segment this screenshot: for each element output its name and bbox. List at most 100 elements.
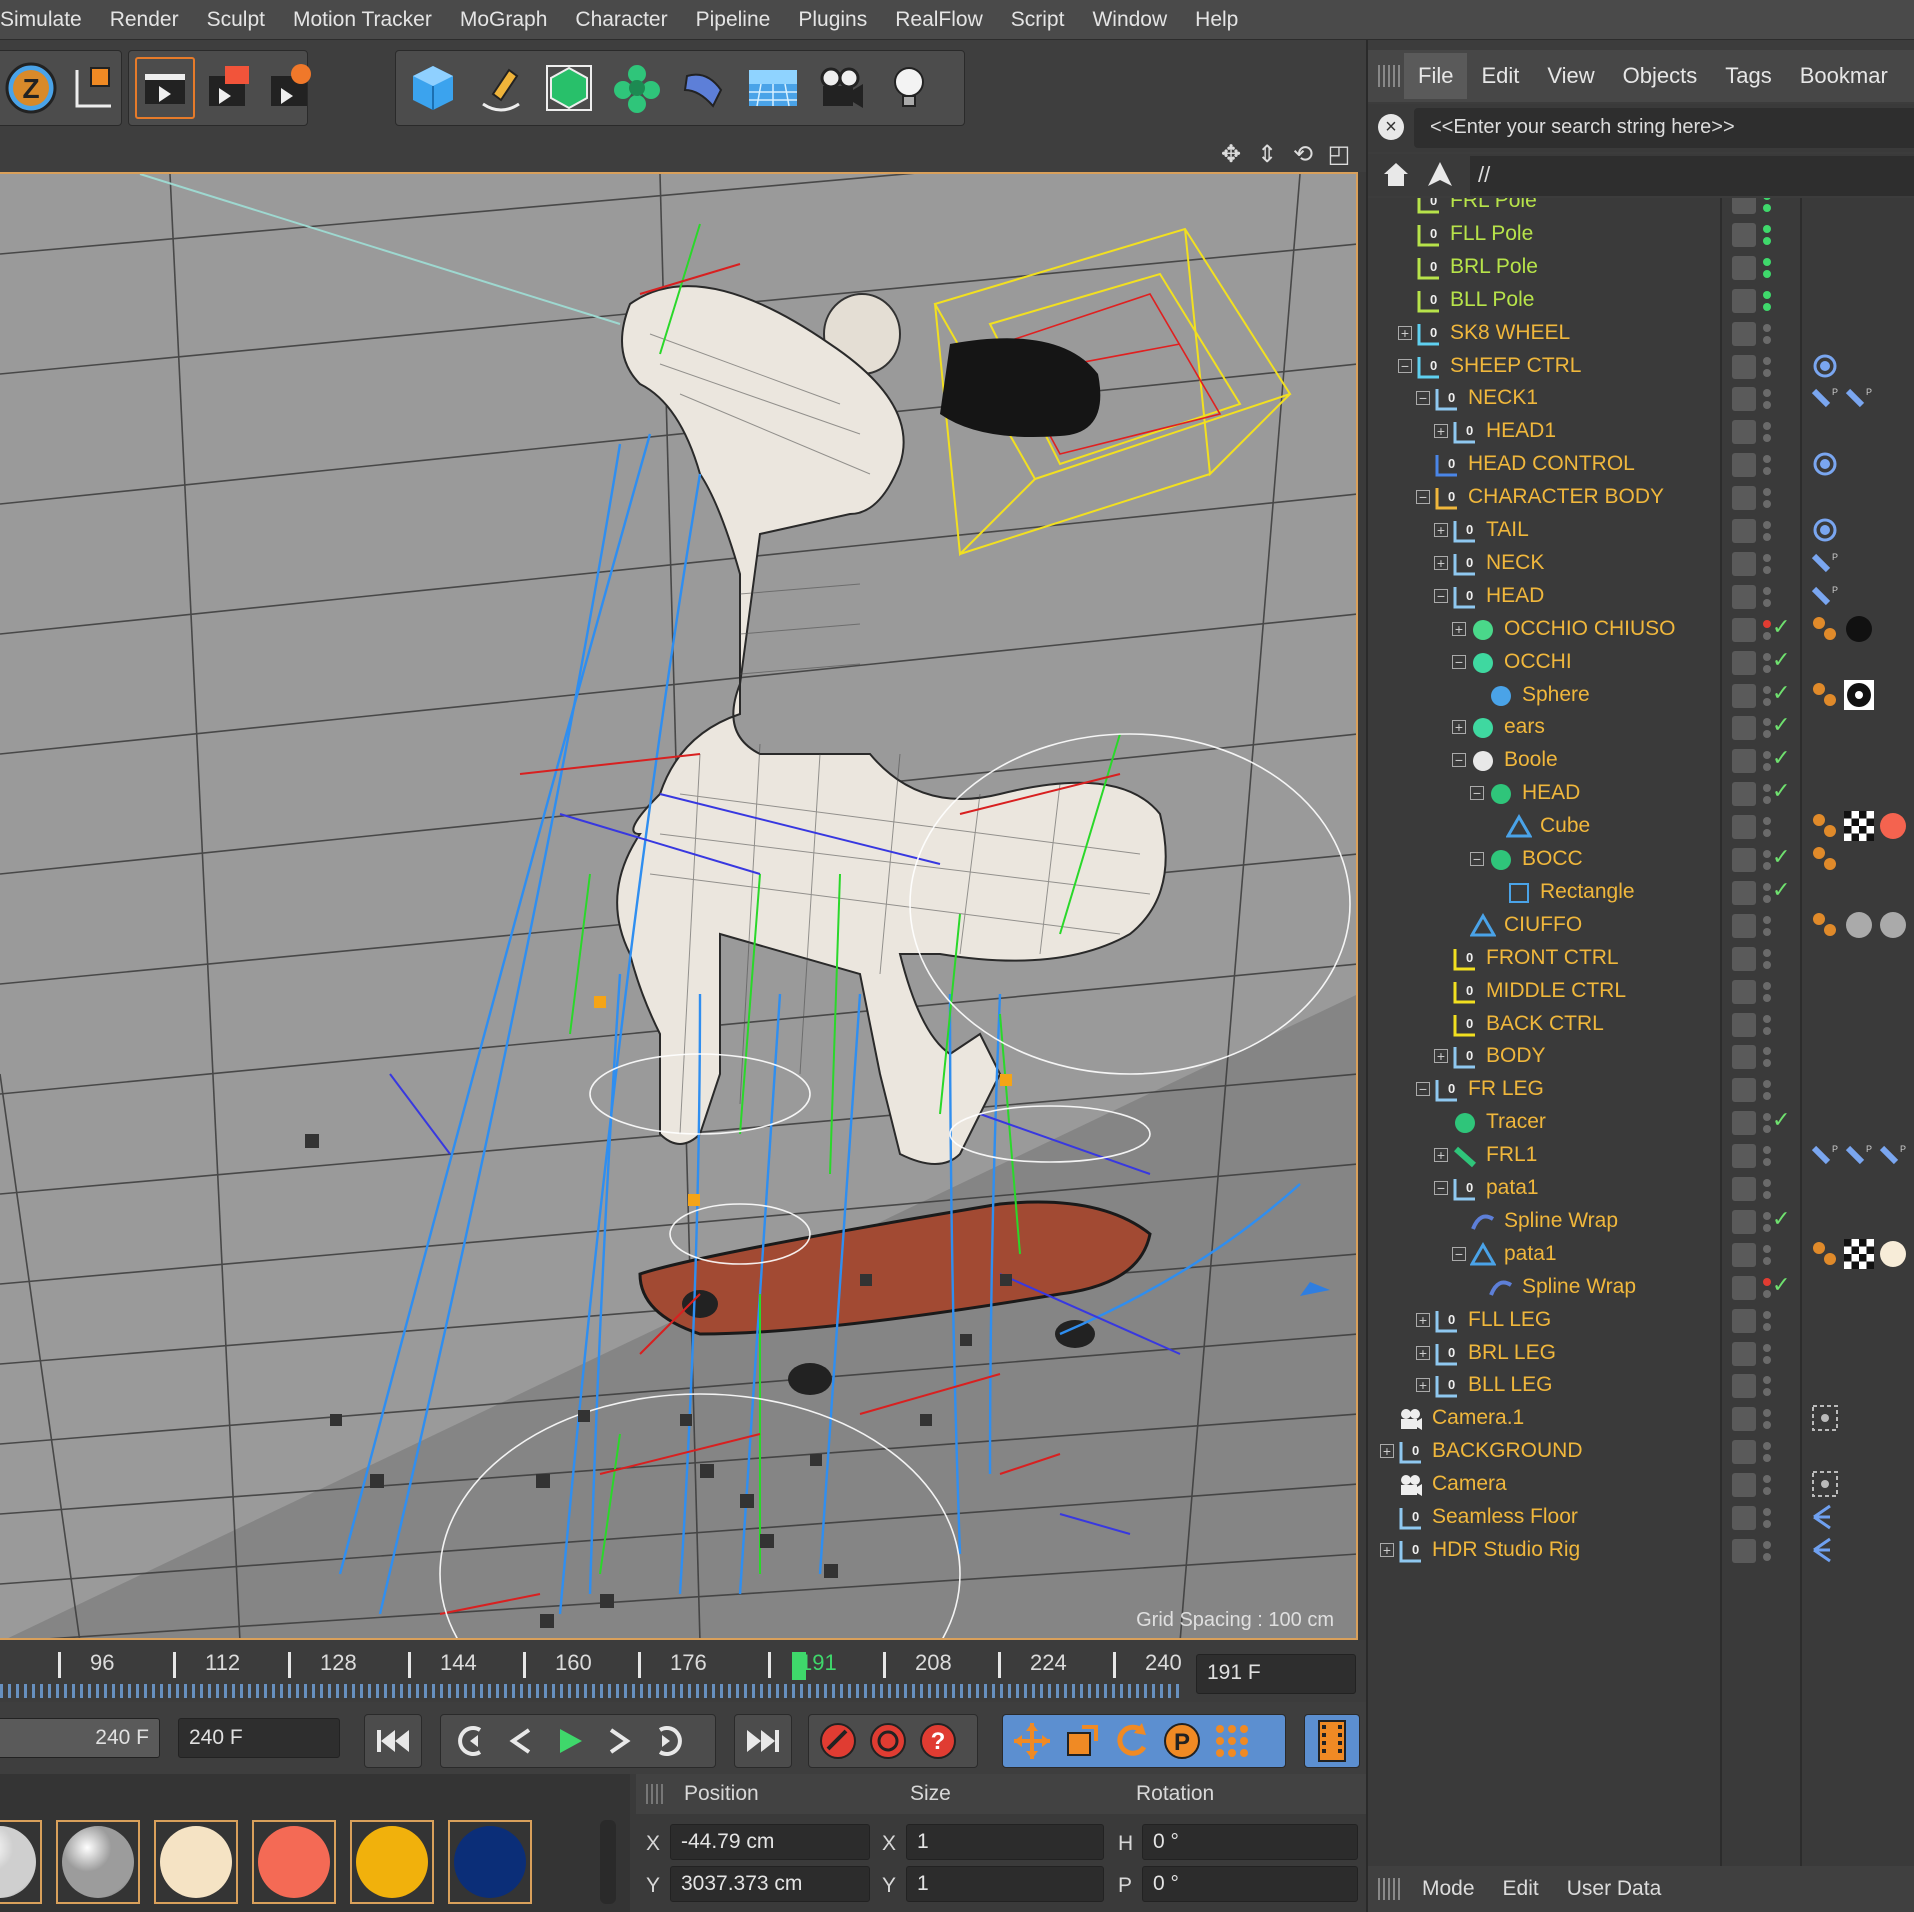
drag-handle-icon[interactable] bbox=[646, 1784, 666, 1804]
visibility-dots-icon[interactable] bbox=[1762, 1043, 1772, 1071]
visibility-dots-icon[interactable] bbox=[1762, 1307, 1772, 1335]
deformer-icon[interactable] bbox=[674, 57, 736, 119]
pose-tag-icon[interactable]: P bbox=[1810, 581, 1840, 613]
checker-material-icon[interactable] bbox=[1844, 1238, 1874, 1271]
menu-plugins[interactable]: Plugins bbox=[784, 8, 881, 32]
object-name[interactable]: pata1 bbox=[1486, 1176, 1539, 1200]
visibility-dots-icon[interactable] bbox=[1762, 254, 1772, 282]
layer-toggle-icon[interactable] bbox=[1732, 1012, 1756, 1037]
keyframe-selection-icon[interactable]: ? bbox=[915, 1718, 961, 1764]
target-tag-icon[interactable] bbox=[1810, 1469, 1840, 1501]
collapse-icon[interactable]: − bbox=[1416, 1082, 1430, 1097]
menu-realflow[interactable]: RealFlow bbox=[881, 8, 997, 32]
material-swatch-light-grey[interactable] bbox=[0, 1820, 42, 1904]
pose-tag-icon[interactable]: P bbox=[1810, 1140, 1840, 1172]
pen-spline-icon[interactable] bbox=[470, 57, 532, 119]
visibility-dots-icon[interactable] bbox=[1762, 1011, 1772, 1039]
visibility-dots-icon[interactable] bbox=[1762, 1274, 1772, 1302]
layer-toggle-icon[interactable] bbox=[1732, 749, 1756, 774]
coral-material-icon[interactable] bbox=[1878, 811, 1908, 843]
eye-material-icon[interactable] bbox=[1844, 679, 1874, 712]
next-key-icon[interactable] bbox=[647, 1718, 693, 1764]
drag-handle-icon[interactable] bbox=[1378, 1878, 1400, 1900]
parameter-key-icon[interactable]: P bbox=[1159, 1718, 1205, 1764]
object-name[interactable]: Camera.1 bbox=[1432, 1406, 1524, 1430]
visibility-dots-icon[interactable] bbox=[1762, 780, 1772, 808]
expand-icon[interactable]: + bbox=[1416, 1312, 1430, 1327]
play-icon[interactable] bbox=[547, 1718, 593, 1764]
layer-toggle-icon[interactable] bbox=[1732, 1111, 1756, 1136]
layer-toggle-icon[interactable] bbox=[1732, 1506, 1756, 1530]
object-name[interactable]: HEAD CONTROL bbox=[1468, 452, 1635, 476]
visibility-dots-icon[interactable] bbox=[1762, 813, 1772, 841]
3d-viewport[interactable]: Grid Spacing : 100 cm bbox=[0, 172, 1358, 1640]
camera-icon[interactable] bbox=[810, 57, 872, 119]
enabled-check-icon[interactable]: ✓ bbox=[1772, 1206, 1790, 1232]
object-name[interactable]: MIDDLE CTRL bbox=[1486, 979, 1626, 1003]
object-name[interactable]: BOCC bbox=[1522, 847, 1583, 871]
object-name[interactable]: Camera bbox=[1432, 1472, 1507, 1496]
size-x-field[interactable]: 1 bbox=[906, 1824, 1104, 1860]
layer-toggle-icon[interactable] bbox=[1732, 1144, 1756, 1169]
collapse-icon[interactable]: − bbox=[1434, 1181, 1448, 1195]
min-frame-field[interactable]: 240 F bbox=[0, 1718, 160, 1758]
layer-toggle-icon[interactable] bbox=[1732, 1078, 1756, 1103]
collapse-icon[interactable]: − bbox=[1434, 588, 1448, 603]
material-swatch-coral[interactable] bbox=[252, 1820, 336, 1904]
material-scrollbar[interactable] bbox=[600, 1820, 616, 1904]
object-name[interactable]: Seamless Floor bbox=[1432, 1505, 1578, 1529]
visibility-dots-icon[interactable] bbox=[1762, 714, 1772, 742]
visibility-dots-icon[interactable] bbox=[1762, 451, 1772, 479]
checker-material-icon[interactable] bbox=[1844, 811, 1874, 843]
ik-goal-tag-icon[interactable]: P bbox=[1878, 1140, 1908, 1172]
collapse-icon[interactable]: − bbox=[1452, 753, 1466, 768]
layer-toggle-icon[interactable] bbox=[1732, 979, 1756, 1004]
expand-icon[interactable]: + bbox=[1434, 424, 1448, 439]
visibility-dots-icon[interactable] bbox=[1762, 1208, 1772, 1236]
object-name[interactable]: ears bbox=[1504, 715, 1545, 739]
object-name[interactable]: BODY bbox=[1486, 1044, 1546, 1068]
layer-toggle-icon[interactable] bbox=[1732, 255, 1756, 280]
object-name[interactable]: FLL Pole bbox=[1450, 222, 1533, 246]
object-name[interactable]: SK8 WHEEL bbox=[1450, 321, 1570, 345]
collapse-icon[interactable]: − bbox=[1452, 1246, 1466, 1261]
layer-toggle-icon[interactable] bbox=[1732, 288, 1756, 313]
object-name[interactable]: BLL Pole bbox=[1450, 288, 1534, 312]
phong-tag-icon[interactable] bbox=[1810, 844, 1840, 876]
object-name[interactable]: BACK CTRL bbox=[1486, 1012, 1604, 1036]
ik-goal-tag-icon[interactable]: P bbox=[1844, 383, 1874, 415]
collapse-icon[interactable]: − bbox=[1470, 852, 1484, 866]
layer-toggle-icon[interactable] bbox=[1732, 617, 1756, 642]
expand-icon[interactable]: + bbox=[1452, 720, 1466, 735]
object-row[interactable]: +0 HDR Studio Rig bbox=[1368, 1531, 1914, 1571]
home-icon[interactable] bbox=[1382, 160, 1410, 193]
light-icon[interactable] bbox=[878, 57, 940, 119]
visibility-dots-icon[interactable] bbox=[1762, 1175, 1772, 1203]
film-strip-icon[interactable] bbox=[1311, 1718, 1353, 1764]
enabled-check-icon[interactable]: ✓ bbox=[1772, 647, 1790, 673]
visibility-dots-icon[interactable] bbox=[1762, 1142, 1772, 1170]
object-name[interactable]: BLL LEG bbox=[1468, 1373, 1552, 1397]
object-name[interactable]: Rectangle bbox=[1540, 880, 1635, 904]
coordinate-system-icon[interactable] bbox=[65, 57, 121, 119]
visibility-dots-icon[interactable] bbox=[1762, 320, 1772, 348]
grey-material-icon[interactable] bbox=[1878, 910, 1908, 942]
ik-tag-icon[interactable] bbox=[1810, 351, 1840, 383]
phong-tag-icon[interactable] bbox=[1810, 811, 1840, 843]
enabled-check-icon[interactable]: ✓ bbox=[1772, 1107, 1790, 1133]
layer-toggle-icon[interactable] bbox=[1732, 1308, 1756, 1333]
rotation-key-icon[interactable] bbox=[1109, 1718, 1155, 1764]
visibility-dots-icon[interactable] bbox=[1762, 1340, 1772, 1368]
rot-h-field[interactable]: 0 ° bbox=[1142, 1824, 1358, 1860]
timeline[interactable]: 96 112 128 144 160 176 191 208 224 240 191 F bbox=[0, 1640, 1366, 1702]
enabled-check-icon[interactable]: ✓ bbox=[1772, 614, 1790, 640]
om-menu-objects[interactable]: Objects bbox=[1609, 63, 1712, 89]
visibility-dots-icon[interactable] bbox=[1762, 385, 1772, 413]
enabled-check-icon[interactable]: ✓ bbox=[1772, 778, 1790, 804]
object-name[interactable]: Sphere bbox=[1522, 683, 1590, 707]
visibility-dots-icon[interactable] bbox=[1762, 287, 1772, 315]
material-swatch-grey[interactable] bbox=[56, 1820, 140, 1904]
layer-toggle-icon[interactable] bbox=[1732, 354, 1756, 379]
object-name[interactable]: FRL1 bbox=[1486, 1143, 1537, 1167]
enabled-check-icon[interactable]: ✓ bbox=[1772, 712, 1790, 738]
